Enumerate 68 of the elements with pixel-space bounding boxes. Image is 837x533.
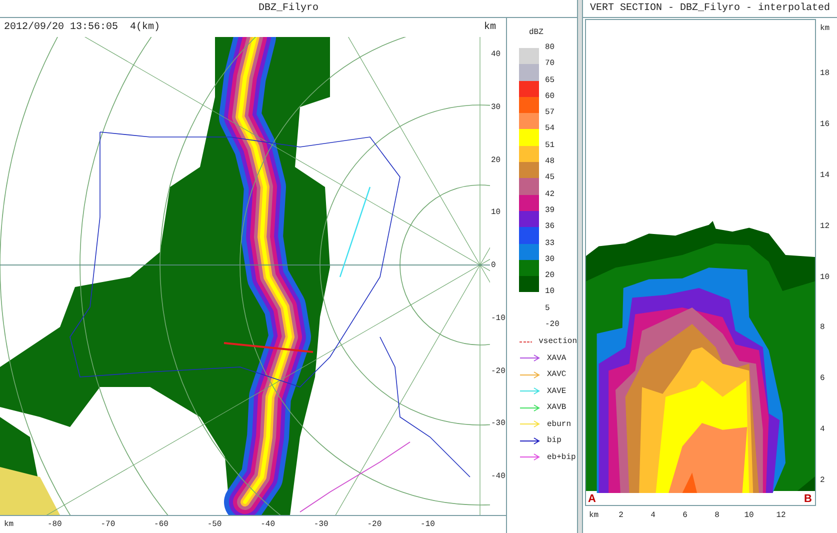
y-tick-label: 2 xyxy=(820,475,826,487)
scale-label: 39 xyxy=(545,204,555,217)
x-tick-label: -20 xyxy=(366,520,383,529)
scale-label: 42 xyxy=(545,188,555,201)
legend-label: bip xyxy=(547,436,562,446)
y-tick-label: 6 xyxy=(820,373,826,386)
x-tick-label: -50 xyxy=(206,520,223,529)
x-tick-label: -70 xyxy=(100,520,116,529)
scale-label: -20 xyxy=(545,319,560,332)
y-tick-label: 8 xyxy=(820,322,826,334)
x-tick-label: -30 xyxy=(312,520,330,529)
x-tick-label: 12 xyxy=(775,510,787,520)
legend-label: XAVC xyxy=(547,370,566,380)
y-tick-label: 40 xyxy=(491,49,502,61)
legend-label: vsection xyxy=(538,337,577,346)
panel-title: DBZ_Filyro xyxy=(258,3,318,14)
y-tick-label: 16 xyxy=(820,118,831,131)
y-tick-label: 18 xyxy=(820,68,831,80)
section-start-label: A xyxy=(588,493,596,505)
y-tick-label: 10 xyxy=(820,272,831,284)
scale-label: 51 xyxy=(545,140,555,152)
scale-label: 65 xyxy=(545,74,555,87)
x-tick-label: 2 xyxy=(618,510,624,520)
scale-label: 57 xyxy=(545,107,555,120)
x-unit-label: km xyxy=(589,510,600,520)
x-tick-label: -40 xyxy=(260,520,276,529)
scale-label: 33 xyxy=(545,238,555,250)
legend-label: XAVE xyxy=(547,386,566,396)
scale-label: 10 xyxy=(545,286,555,298)
y-tick-label: 20 xyxy=(491,154,502,166)
x-tick-label: 4 xyxy=(650,510,656,520)
y-tick-label: 12 xyxy=(820,220,831,233)
scale-label: 30 xyxy=(545,254,555,266)
panel-title: VERT SECTION - DBZ_Filyro - interpolated xyxy=(590,3,830,14)
x-tick-label: -10 xyxy=(420,520,436,529)
scale-label: 48 xyxy=(545,156,555,168)
scale-label: 20 xyxy=(545,270,555,282)
axis-unit-label: km xyxy=(820,23,831,35)
y-tick-label: -10 xyxy=(491,312,506,325)
axis-unit-label: km xyxy=(484,22,496,33)
y-tick-label: 30 xyxy=(491,102,502,114)
legend-label: eburn xyxy=(547,420,572,429)
scale-label: 60 xyxy=(545,90,555,103)
scale-label: 5 xyxy=(545,302,550,315)
y-tick-label: 0 xyxy=(491,260,497,272)
x-tick-label: 10 xyxy=(743,510,755,520)
timestamp-label: 2012/09/20 13:56:05 4(km) xyxy=(4,22,160,33)
section-end-label: B xyxy=(804,493,812,505)
y-tick-label: -40 xyxy=(491,471,506,483)
legend-label: eb+bip xyxy=(547,452,576,462)
legend-label: XAVA xyxy=(547,354,566,363)
scale-label: 70 xyxy=(545,58,555,70)
scale-label: 36 xyxy=(545,221,555,234)
scale-label: 80 xyxy=(545,42,555,54)
y-tick-label: -20 xyxy=(491,366,506,378)
legend-title: dBZ xyxy=(529,28,544,38)
x-unit-label: km xyxy=(4,520,15,529)
x-tick-label: 6 xyxy=(682,510,688,520)
x-tick-label: 8 xyxy=(714,510,720,520)
y-tick-label: 4 xyxy=(820,424,826,436)
x-tick-label: -80 xyxy=(46,520,63,529)
y-tick-label: -30 xyxy=(491,418,506,430)
scale-label: 54 xyxy=(545,123,555,136)
x-tick-label: -60 xyxy=(153,520,170,529)
scale-label: 45 xyxy=(545,172,555,184)
y-tick-label: 14 xyxy=(820,170,831,182)
y-tick-label: 10 xyxy=(491,207,502,220)
legend-label: XAVB xyxy=(547,403,566,412)
